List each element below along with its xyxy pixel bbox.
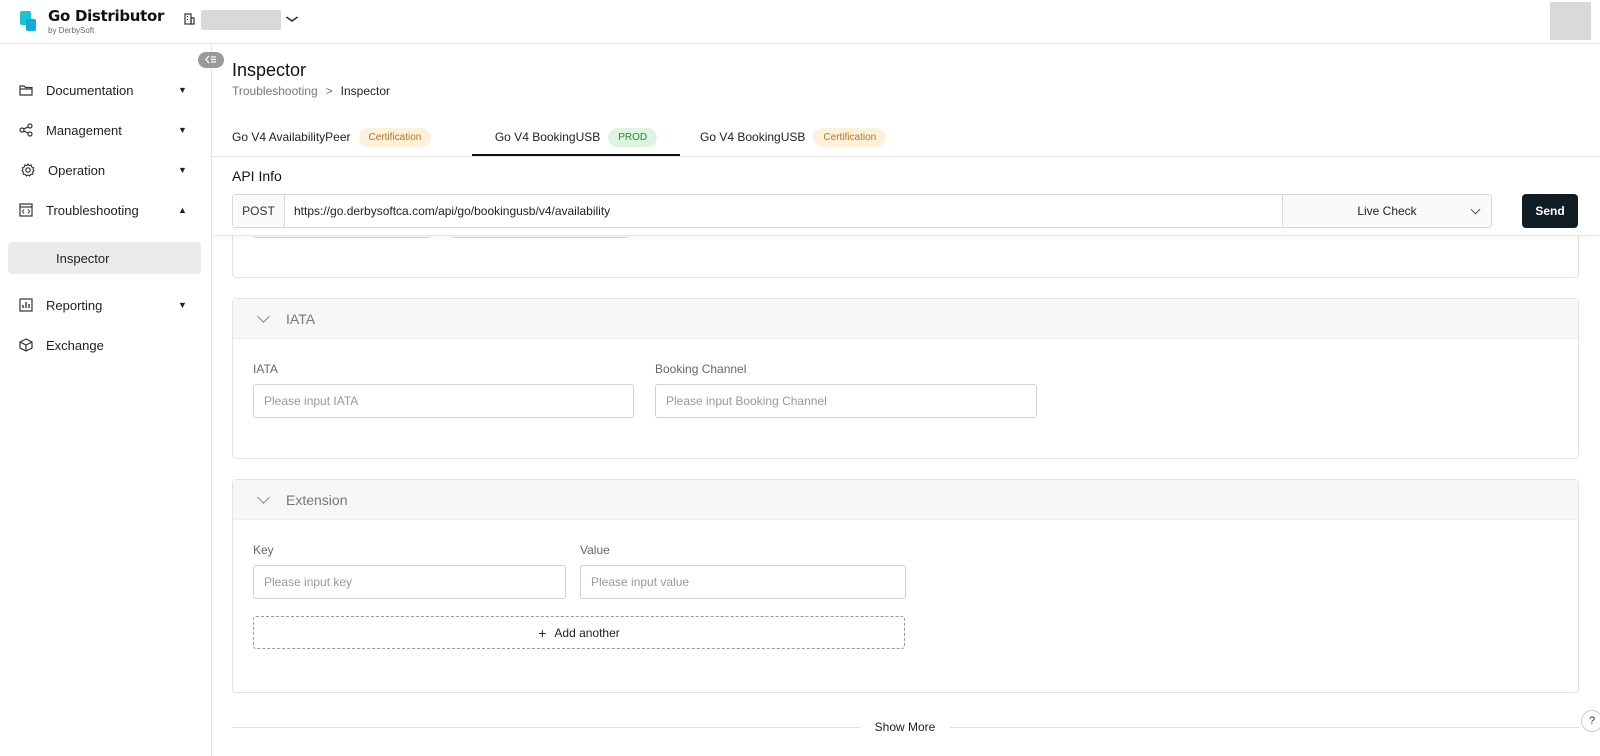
share-icon [18, 122, 34, 138]
sidebar-subitem-inspector[interactable]: Inspector [8, 242, 201, 274]
building-icon [184, 12, 195, 28]
api-info-title: API Info [232, 168, 282, 184]
api-tabs: Go V4 AvailabilityPeer Certification Go … [232, 118, 887, 156]
sidebar-item-label: Reporting [46, 297, 103, 313]
user-avatar[interactable] [1550, 2, 1591, 40]
tab-label: Go V4 BookingUSB [494, 130, 601, 144]
tab-bookingusb-prod[interactable]: Go V4 BookingUSB PROD [472, 118, 680, 156]
collapse-sidebar-button[interactable] [198, 52, 224, 68]
add-another-button[interactable]: + Add another [253, 616, 905, 649]
section-title: IATA [286, 310, 316, 327]
sidebar-subitem-label: Inspector [56, 251, 110, 266]
sidebar-item-label: Exchange [46, 337, 104, 353]
breadcrumb-separator: > [325, 84, 333, 98]
caret-up-icon: ▲ [178, 205, 187, 215]
tab-label: Go V4 BookingUSB [700, 130, 806, 144]
sidebar-item-label: Operation [48, 162, 106, 178]
environment-badge: Certification [813, 127, 887, 147]
top-bar: Go Distributor by DerbySoft [0, 0, 1600, 44]
breadcrumb-current: Inspector [340, 84, 390, 98]
http-method: POST [233, 195, 285, 227]
value-input[interactable]: Please input value [580, 565, 906, 599]
check-mode-select[interactable]: Live Check [1282, 195, 1491, 227]
collapse-icon [205, 55, 216, 64]
sidebar-item-exchange[interactable]: Exchange [0, 325, 212, 365]
sidebar-item-operation[interactable]: Operation ▼ [0, 150, 212, 190]
caret-down-icon: ▼ [178, 165, 187, 175]
key-label: Key [253, 543, 274, 557]
caret-down-icon: ▼ [178, 85, 187, 95]
iata-input[interactable]: Please input IATA [253, 384, 634, 418]
breadcrumb: Troubleshooting > Inspector [232, 84, 390, 98]
booking-channel-input[interactable]: Please input Booking Channel [655, 384, 1037, 418]
extension-section-header[interactable]: Extension [233, 480, 1578, 520]
tab-label: Go V4 AvailabilityPeer [232, 130, 351, 144]
send-button[interactable]: Send [1522, 194, 1578, 228]
help-icon[interactable]: ? [1581, 710, 1600, 732]
tab-availabilitypeer-certification[interactable]: Go V4 AvailabilityPeer Certification [232, 118, 472, 156]
sidebar-item-label: Documentation [46, 82, 134, 98]
breadcrumb-link-troubleshooting[interactable]: Troubleshooting [232, 84, 318, 98]
environment-badge: PROD [608, 127, 658, 147]
folder-icon [18, 82, 34, 98]
api-info-panel: API Info POST https://go.derbysoftca.com… [212, 156, 1600, 236]
organization-name-redacted [201, 10, 281, 30]
sidebar-item-label: Management [46, 122, 122, 138]
caret-down-icon: ▼ [178, 300, 187, 310]
sidebar-item-label: Troubleshooting [46, 202, 139, 218]
environment-badge: Certification [358, 127, 432, 147]
endpoint-url-field[interactable]: https://go.derbysoftca.com/api/go/bookin… [285, 195, 1282, 227]
sidebar-item-troubleshooting[interactable]: Troubleshooting ▲ [0, 190, 212, 230]
show-more-button[interactable]: Show More [860, 716, 950, 738]
chevron-down-icon [257, 310, 270, 323]
value-label: Value [580, 543, 610, 557]
bar-chart-icon [18, 297, 34, 313]
section-title: Extension [286, 491, 348, 508]
key-input[interactable]: Please input key [253, 565, 566, 599]
add-another-label: Add another [554, 625, 620, 640]
logo-icon [20, 11, 38, 33]
tab-bookingusb-certification[interactable]: Go V4 BookingUSB Certification [700, 118, 887, 156]
check-mode-value: Live Check [1357, 204, 1417, 218]
request-url-bar: POST https://go.derbysoftca.com/api/go/b… [232, 194, 1492, 228]
cube-icon [18, 337, 34, 353]
booking-channel-label: Booking Channel [655, 362, 747, 376]
iata-section-card: IATA IATA Please input IATA Booking Chan… [232, 298, 1579, 459]
app-subtitle: by DerbySoft [48, 26, 95, 35]
code-window-icon [18, 202, 34, 218]
sidebar-item-documentation[interactable]: Documentation ▼ [0, 70, 212, 110]
chevron-down-icon [257, 491, 270, 504]
app-logo[interactable]: Go Distributor by DerbySoft [20, 8, 164, 36]
sidebar-item-reporting[interactable]: Reporting ▼ [0, 285, 212, 325]
page-title: Inspector [232, 60, 307, 80]
app-title: Go Distributor [48, 7, 165, 25]
chevron-down-icon [1470, 204, 1481, 215]
sidebar: Documentation ▼ Management ▼ Operation ▼… [0, 44, 224, 756]
iata-label: IATA [253, 362, 278, 376]
plus-icon: + [538, 624, 547, 641]
caret-down-icon: ▼ [178, 125, 187, 135]
chevron-down-icon [285, 14, 299, 26]
extension-section-card: Extension Key Please input key Value Ple… [232, 479, 1579, 693]
sidebar-item-management[interactable]: Management ▼ [0, 110, 212, 150]
iata-section-header[interactable]: IATA [233, 299, 1578, 339]
organization-selector[interactable] [184, 10, 299, 30]
gear-icon [20, 162, 36, 178]
